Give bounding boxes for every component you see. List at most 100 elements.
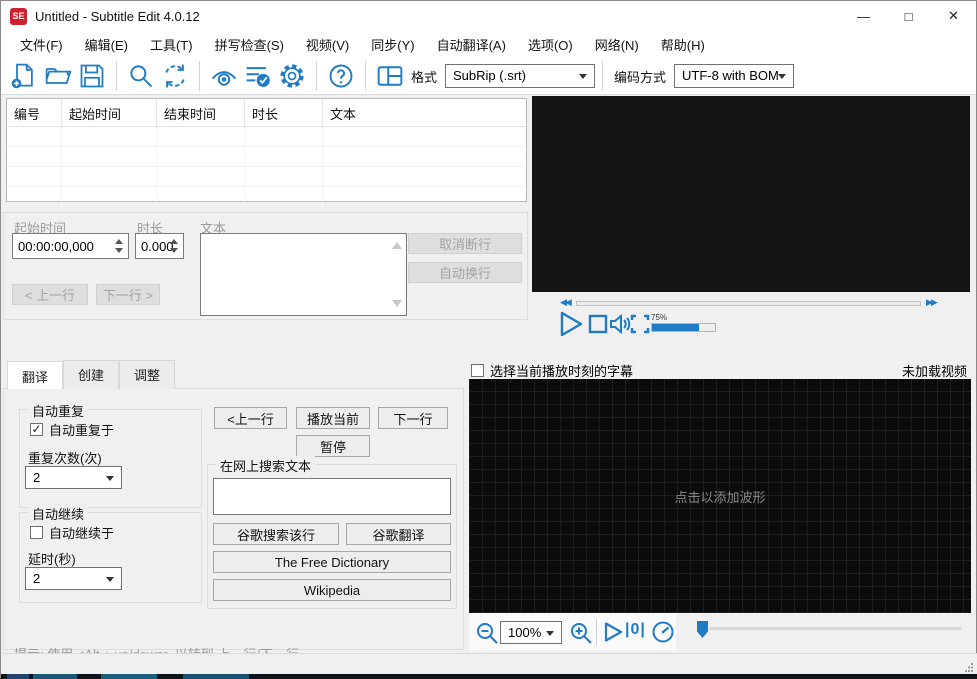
app-window: SE Untitled - Subtitle Edit 4.0.12 — □ ✕… <box>0 0 977 679</box>
table-row[interactable] <box>7 187 526 207</box>
menu-item-video[interactable]: 视频(V) <box>295 31 360 58</box>
toolbar-separator <box>116 61 117 91</box>
auto-repeat-group-title: 自动重复 <box>28 401 89 420</box>
table-row[interactable] <box>7 147 526 167</box>
google-translate-button[interactable]: 谷歌翻译 <box>346 523 451 545</box>
menu-item-sync[interactable]: 同步(Y) <box>360 31 425 58</box>
auto-repeat-checkbox-row[interactable]: 自动重复于 <box>30 420 114 439</box>
pause-button[interactable]: 暂停 <box>296 435 370 457</box>
tab-create[interactable]: 创建 <box>63 360 120 389</box>
menu-item-spellcheck[interactable]: 拼写检查(S) <box>204 31 295 58</box>
visual-sync-button[interactable] <box>208 60 240 92</box>
menu-item-edit[interactable]: 编辑(E) <box>74 31 139 58</box>
play-from-zero-icon[interactable]: |0| <box>625 621 646 639</box>
open-file-button[interactable] <box>42 60 74 92</box>
menu-item-file[interactable]: 文件(F) <box>9 31 74 58</box>
select-current-label: 选择当前播放时刻的字幕 <box>490 363 634 379</box>
delay-combobox[interactable]: 2 <box>25 567 122 590</box>
encoding-combobox[interactable]: UTF-8 with BOM <box>674 64 795 88</box>
duration-input[interactable]: 0.000 <box>135 233 184 259</box>
save-button[interactable] <box>76 60 108 92</box>
start-time-input[interactable]: 00:00:00,000 <box>12 233 129 259</box>
waveform-zoom-combobox[interactable]: 100% <box>500 621 562 644</box>
seek-back-icon[interactable]: ◀◀ <box>560 297 572 308</box>
waveform-zoom-out-button[interactable] <box>475 621 499 645</box>
volume-control[interactable]: 75% <box>651 314 716 332</box>
waveform-play-button[interactable] <box>602 621 624 643</box>
repeat-count-combobox[interactable]: 2 <box>25 466 122 489</box>
help-button[interactable] <box>325 60 357 92</box>
start-time-spinner[interactable] <box>111 236 126 256</box>
tab-translate[interactable]: 翻译 <box>7 361 64 390</box>
table-row[interactable] <box>7 167 526 187</box>
waveform-zoom-in-button[interactable] <box>569 621 593 645</box>
seek-forward-icon[interactable]: ▶▶ <box>926 297 938 308</box>
play-button[interactable] <box>558 310 584 338</box>
resize-grip-icon[interactable] <box>964 662 974 672</box>
new-file-button[interactable] <box>8 60 40 92</box>
minimize-button[interactable]: — <box>841 1 886 31</box>
spell-check-button[interactable] <box>242 60 274 92</box>
fullscreen-button[interactable] <box>630 314 650 334</box>
auto-continue-checkbox-label: 自动继续于 <box>49 526 115 541</box>
format-combobox[interactable]: SubRip (.srt) <box>445 64 596 88</box>
waveform-panel: 选择当前播放时刻的字幕 未加载视频 点击以添加波形 100% |0| <box>469 361 971 653</box>
help-icon <box>329 64 353 88</box>
eye-icon <box>211 71 237 86</box>
replace-button[interactable] <box>159 60 191 92</box>
zoom-in-icon <box>571 623 592 644</box>
new-file-icon <box>11 63 33 89</box>
web-search-input[interactable] <box>213 478 451 515</box>
free-dictionary-button[interactable]: The Free Dictionary <box>213 551 451 573</box>
wikipedia-button[interactable]: Wikipedia <box>213 579 451 601</box>
scroll-down-icon[interactable] <box>392 300 402 307</box>
tab-adjust[interactable]: 调整 <box>119 360 176 389</box>
video-screen[interactable] <box>532 96 970 292</box>
column-text[interactable]: 文本 <box>323 99 526 126</box>
auto-continue-group: 自动继续 自动继续于 延时(秒) 2 <box>19 504 202 603</box>
column-start-time[interactable]: 起始时间 <box>62 99 157 126</box>
google-search-button[interactable]: 谷歌搜索该行 <box>213 523 339 545</box>
auto-break-button[interactable]: 自动换行 <box>408 262 522 283</box>
desktop-strip <box>1 674 977 679</box>
translate-prev-button[interactable]: <上一行 <box>214 407 287 429</box>
subtitle-text-area[interactable] <box>200 233 407 316</box>
table-row[interactable] <box>7 127 526 147</box>
auto-continue-checkbox-row[interactable]: 自动继续于 <box>30 523 114 542</box>
unbreak-button[interactable]: 取消断行 <box>408 233 522 254</box>
menu-item-tools[interactable]: 工具(T) <box>139 31 204 58</box>
auto-continue-checkbox[interactable] <box>30 526 43 539</box>
previous-line-button[interactable]: < 上一行 <box>12 284 88 305</box>
video-status-text: 未加载视频 <box>901 363 967 379</box>
duration-spinner[interactable] <box>166 236 181 256</box>
next-line-button[interactable]: 下一行 > <box>96 284 160 305</box>
column-end-time[interactable]: 结束时间 <box>157 99 245 126</box>
toolbar-separator <box>199 61 200 91</box>
menu-item-autotranslate[interactable]: 自动翻译(A) <box>426 31 517 58</box>
menu-item-network[interactable]: 网络(N) <box>584 31 650 58</box>
video-seek-bar[interactable] <box>576 301 921 306</box>
translate-next-button[interactable]: 下一行 <box>378 407 448 429</box>
maximize-button[interactable]: □ <box>886 1 931 31</box>
find-button[interactable] <box>125 60 157 92</box>
column-duration[interactable]: 时长 <box>245 99 323 126</box>
settings-button[interactable] <box>276 60 308 92</box>
scroll-up-icon[interactable] <box>392 242 402 249</box>
waveform-area[interactable]: 点击以添加波形 <box>469 379 971 613</box>
waveform-placeholder[interactable]: 点击以添加波形 <box>674 487 765 506</box>
layout-button[interactable] <box>374 60 406 92</box>
auto-repeat-checkbox[interactable] <box>30 423 43 436</box>
subtitle-list[interactable]: 编号 起始时间 结束时间 时长 文本 <box>6 98 527 207</box>
slider-thumb[interactable] <box>697 621 708 638</box>
mute-button[interactable] <box>608 312 632 336</box>
close-button[interactable]: ✕ <box>931 1 976 31</box>
select-current-checkbox[interactable] <box>471 363 484 377</box>
menu-item-options[interactable]: 选项(O) <box>517 31 584 58</box>
stop-button[interactable] <box>588 314 608 334</box>
column-number[interactable]: 编号 <box>7 99 62 126</box>
volume-bar[interactable] <box>651 323 716 332</box>
menu-item-help[interactable]: 帮助(H) <box>650 31 716 58</box>
play-current-button[interactable]: 播放当前 <box>296 407 370 429</box>
playback-speed-button[interactable] <box>651 620 675 644</box>
waveform-position-slider[interactable] <box>709 627 962 630</box>
